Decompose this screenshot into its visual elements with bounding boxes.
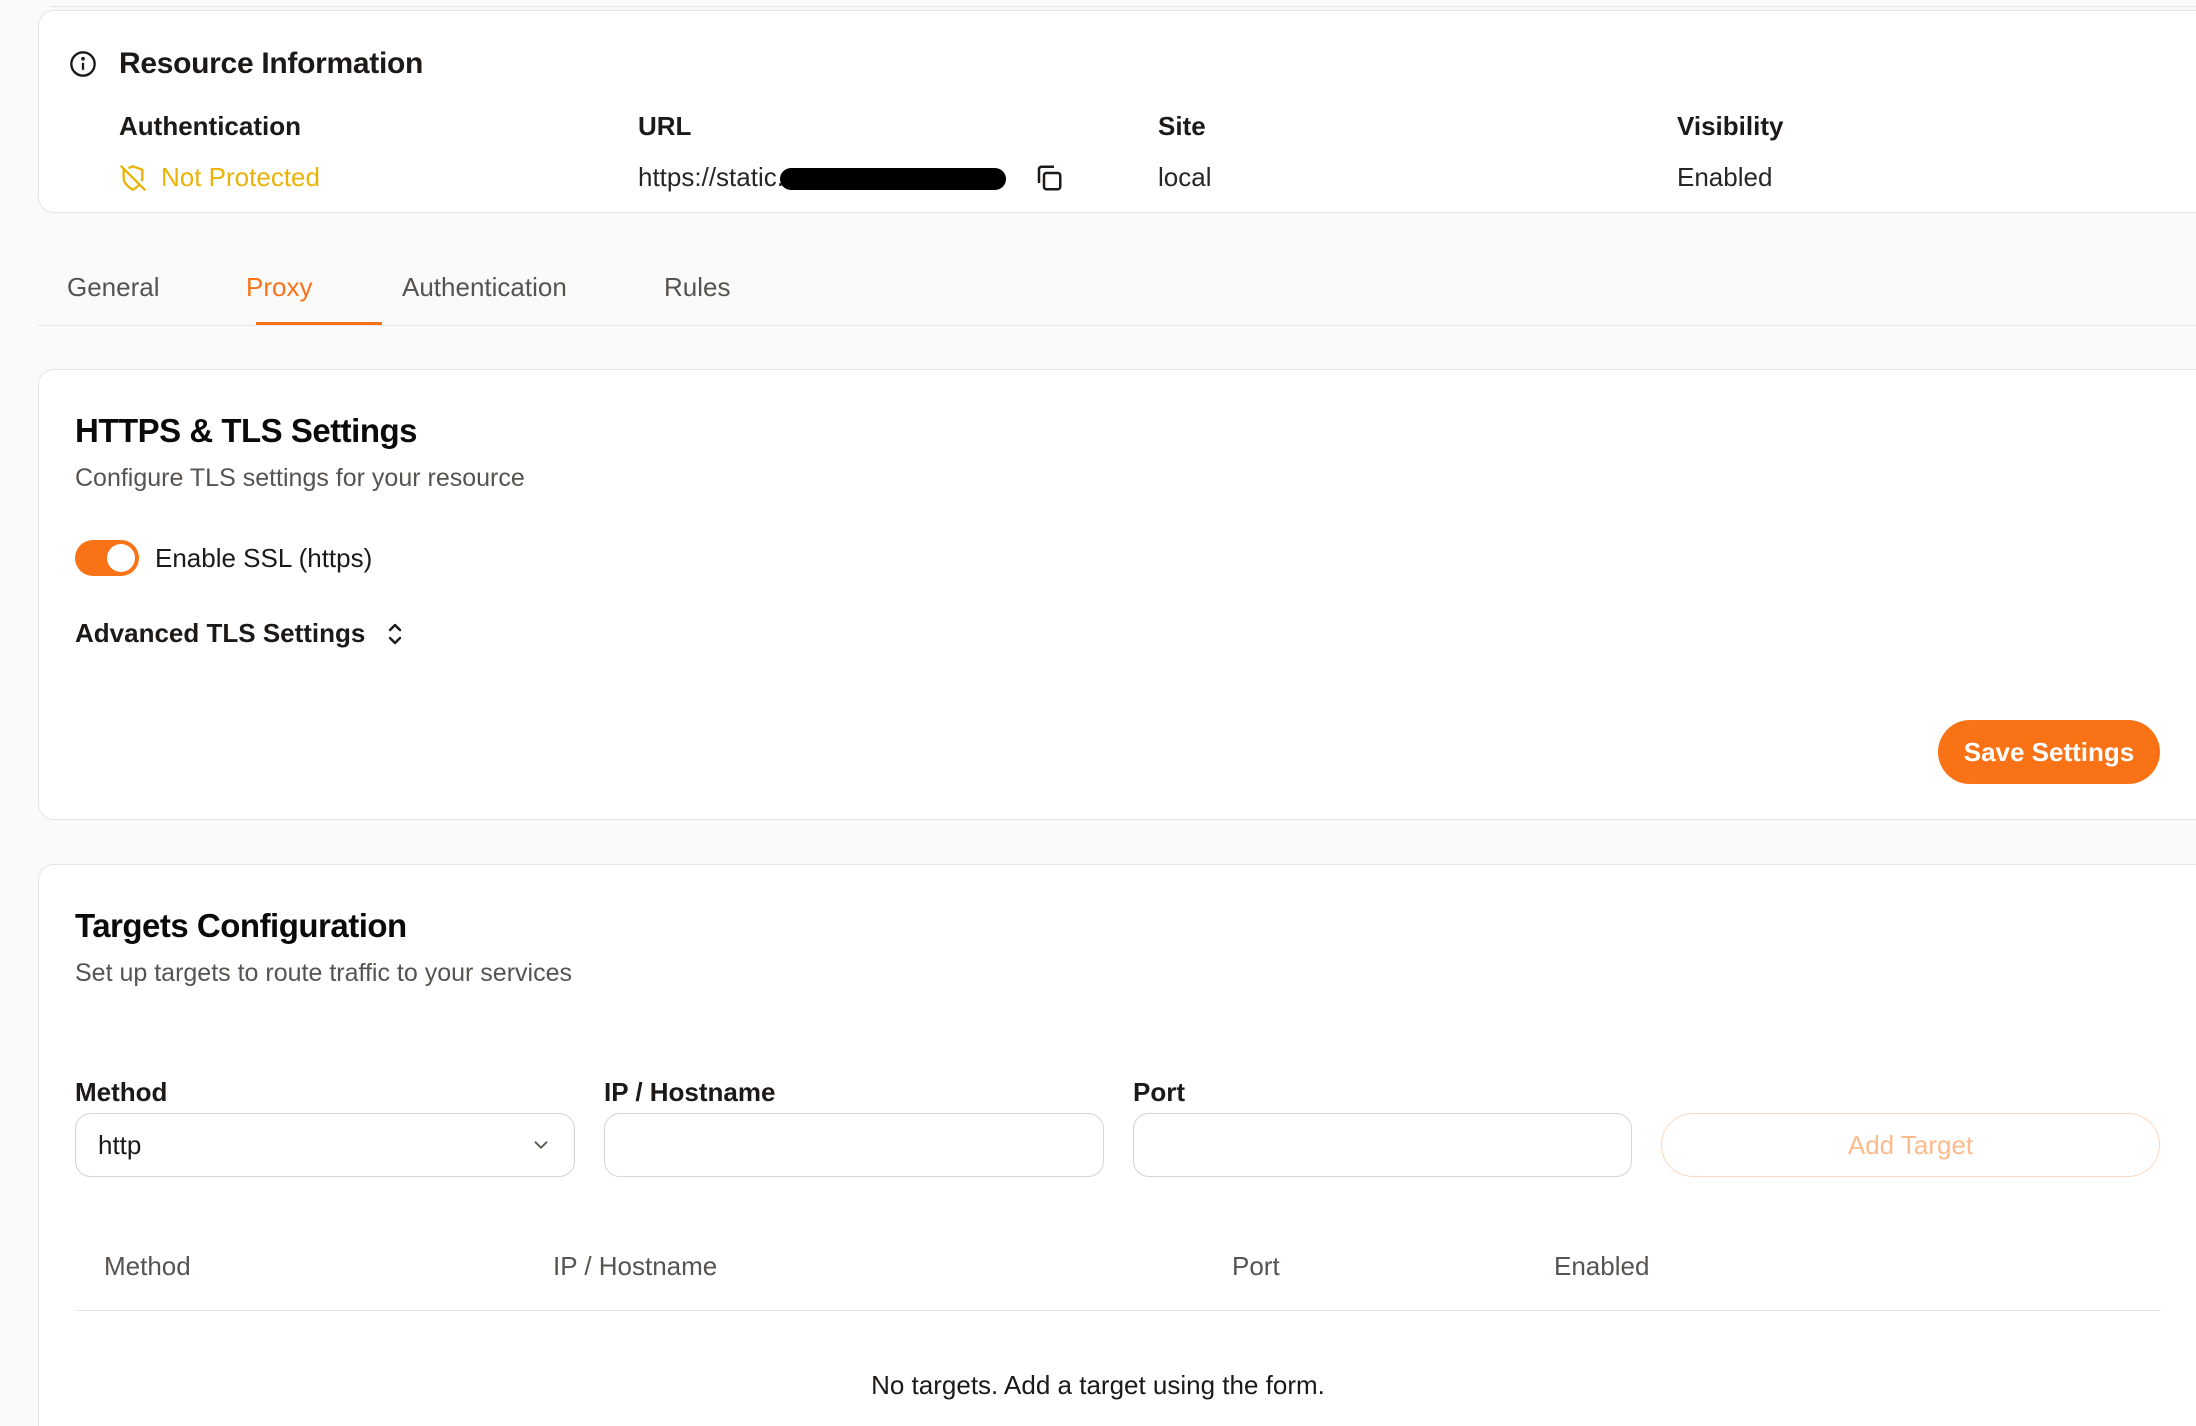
resource-info-title: Resource Information xyxy=(119,47,424,80)
port-input[interactable] xyxy=(1133,1113,1632,1177)
visibility-value: Enabled xyxy=(1677,162,1773,192)
tab-proxy[interactable]: Proxy xyxy=(246,272,312,325)
targets-subtitle: Set up targets to route traffic to your … xyxy=(75,959,572,987)
tab-rules[interactable]: Rules xyxy=(664,272,730,325)
top-divider xyxy=(50,6,2196,7)
authentication-value: Not Protected xyxy=(161,162,320,192)
info-authentication: Authentication Not Protected xyxy=(119,111,320,193)
method-label: Method xyxy=(75,1077,168,1107)
authentication-label: Authentication xyxy=(119,111,301,141)
active-tab-indicator xyxy=(256,322,382,325)
tls-title: HTTPS & TLS Settings xyxy=(75,412,418,449)
add-target-button[interactable]: Add Target xyxy=(1661,1113,2160,1177)
site-label: Site xyxy=(1158,111,1206,141)
tab-authentication[interactable]: Authentication xyxy=(402,272,567,325)
resource-info-header: Resource Information xyxy=(69,47,423,81)
url-value: https://static. xyxy=(638,162,1006,193)
site-value: local xyxy=(1158,162,1212,192)
url-label: URL xyxy=(638,111,692,141)
save-settings-button[interactable]: Save Settings xyxy=(1938,720,2160,784)
enable-ssl-label[interactable]: Enable SSL (https) xyxy=(155,540,372,576)
column-method: Method xyxy=(104,1251,191,1281)
tab-bar: General Proxy Authentication Rules xyxy=(38,262,2196,326)
page: Resource Information Authentication Not … xyxy=(0,0,2196,1426)
copy-icon[interactable] xyxy=(1034,163,1064,193)
method-select-value: http xyxy=(98,1129,142,1160)
hostname-label: IP / Hostname xyxy=(604,1077,776,1107)
tls-subtitle: Configure TLS settings for your resource xyxy=(75,464,525,492)
hostname-input[interactable] xyxy=(604,1113,1104,1177)
empty-targets-message: No targets. Add a target using the form. xyxy=(871,1370,1325,1400)
info-icon xyxy=(70,51,96,77)
info-site: Site local xyxy=(1158,111,1211,193)
targets-card: Targets Configuration Set up targets to … xyxy=(38,864,2196,1426)
column-enabled: Enabled xyxy=(1554,1251,1650,1281)
advanced-tls-toggle[interactable]: Advanced TLS Settings xyxy=(75,618,407,649)
url-text: https://static. xyxy=(638,162,784,192)
url-redaction xyxy=(779,168,1006,191)
chevrons-up-down-icon xyxy=(389,623,402,644)
method-select[interactable]: http xyxy=(75,1113,575,1177)
info-visibility: Visibility Enabled xyxy=(1677,111,1783,193)
enable-ssl-toggle[interactable] xyxy=(75,540,139,576)
targets-title: Targets Configuration xyxy=(75,907,407,944)
tls-settings-card: HTTPS & TLS Settings Configure TLS setti… xyxy=(38,369,2196,820)
advanced-tls-label: Advanced TLS Settings xyxy=(75,618,366,648)
toggle-knob xyxy=(107,544,135,572)
port-label: Port xyxy=(1133,1077,1185,1107)
shield-off-icon xyxy=(120,164,146,191)
visibility-label: Visibility xyxy=(1677,111,1784,141)
column-hostname: IP / Hostname xyxy=(553,1251,718,1281)
resource-info-card: Resource Information Authentication Not … xyxy=(38,10,2196,213)
authentication-status: Not Protected xyxy=(119,162,320,193)
targets-table-header: Method IP / Hostname Port Enabled xyxy=(75,1241,2161,1311)
url-value-row: https://static. xyxy=(638,162,1064,193)
chevron-down-icon xyxy=(534,1141,548,1149)
column-port: Port xyxy=(1232,1251,1280,1281)
tab-general[interactable]: General xyxy=(67,272,160,325)
info-url: URL https://static. xyxy=(638,111,1064,193)
